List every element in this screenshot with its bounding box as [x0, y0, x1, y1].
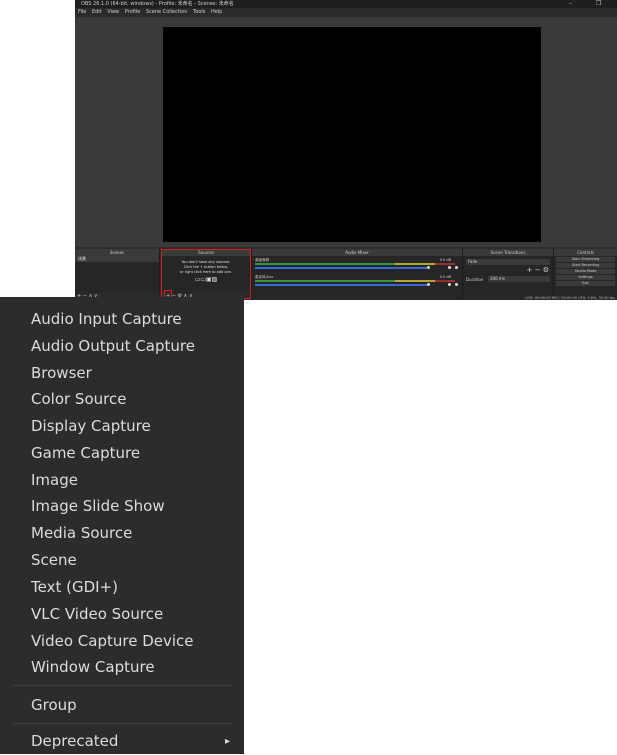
menu-item-audio-input-capture[interactable]: Audio Input Capture	[31, 306, 182, 333]
studio-mode-button[interactable]: Studio Mode	[556, 269, 615, 274]
maximize-icon[interactable]: ❐	[596, 0, 601, 8]
menu-item-color-source[interactable]: Color Source	[31, 386, 126, 413]
menu-bar: File Edit View Profile Scene Collection …	[75, 8, 617, 17]
menu-item-browser[interactable]: Browser	[31, 360, 92, 387]
gear-icon[interactable]	[455, 283, 458, 286]
transition-select[interactable]: Fade	[466, 259, 550, 265]
mixer-channel: 麦克风/Aux 0.0 dB	[255, 275, 459, 287]
volume-meter	[255, 280, 395, 282]
gear-icon[interactable]	[455, 266, 458, 269]
menu-scene-collection[interactable]: Scene Collection	[146, 9, 188, 15]
minimize-icon[interactable]: –	[569, 0, 572, 8]
transitions-header: Scene Transitions	[463, 249, 553, 256]
status-bar: LIVE: 00:00:00 REC: 00:00:00 CPU: 0.8%, …	[525, 296, 615, 300]
menu-tools[interactable]: Tools	[193, 9, 205, 15]
add-transition-icon[interactable]: + − ⚙	[527, 267, 549, 274]
slider-handle[interactable]	[427, 283, 430, 286]
channel-name: 麦克风/Aux	[255, 275, 274, 279]
menu-item-window-capture[interactable]: Window Capture	[31, 654, 155, 681]
preview-canvas[interactable]	[163, 27, 541, 242]
menu-file[interactable]: File	[78, 9, 86, 15]
mixer-header: Audio Mixer	[252, 249, 462, 256]
scenes-dock: Scenes 场景 + − ∧ ∨	[75, 249, 160, 300]
start-streaming-button[interactable]: Start Streaming	[556, 257, 615, 262]
mute-icon[interactable]	[448, 266, 451, 269]
menu-item-group[interactable]: Group	[31, 692, 77, 719]
mixer-channel: 桌面音频 0.0 dB	[255, 258, 459, 270]
menu-item-media-source[interactable]: Media Source	[31, 520, 132, 547]
audio-mixer-dock: Audio Mixer 桌面音频 0.0 dB 麦克风/Aux 0.0 dB	[252, 249, 463, 300]
submenu-arrow-icon: ▸	[224, 736, 230, 747]
menu-edit[interactable]: Edit	[92, 9, 102, 15]
controls-dock: Controls Start Streaming Start Recording…	[554, 249, 617, 300]
volume-slider[interactable]	[255, 267, 427, 269]
start-recording-button[interactable]: Start Recording	[556, 263, 615, 268]
menu-help[interactable]: Help	[211, 9, 222, 15]
controls-header: Controls	[554, 249, 617, 256]
settings-button[interactable]: Settings	[556, 275, 615, 280]
menu-item-game-capture[interactable]: Game Capture	[31, 440, 140, 467]
menu-profile[interactable]: Profile	[125, 9, 141, 15]
menu-item-scene[interactable]: Scene	[31, 547, 77, 574]
menu-separator	[12, 723, 232, 724]
transitions-dock: Scene Transitions Fade + − ⚙ Duration 30…	[463, 249, 554, 300]
title-bar: OBS 26.1.0 (64-bit, windows) - Profile: …	[75, 0, 617, 8]
scene-item[interactable]: 场景	[75, 256, 159, 262]
channel-name: 桌面音频	[255, 258, 269, 262]
volume-slider[interactable]	[255, 284, 427, 286]
channel-db: 0.0 dB	[439, 258, 451, 262]
menu-item-video-capture-device[interactable]: Video Capture Device	[31, 628, 194, 655]
channel-db: 0.0 dB	[439, 275, 451, 279]
menu-item-display-capture[interactable]: Display Capture	[31, 413, 151, 440]
scenes-header: Scenes	[75, 249, 159, 256]
slider-handle[interactable]	[427, 266, 430, 269]
menu-item-image-slide-show[interactable]: Image Slide Show	[31, 493, 165, 520]
duration-field[interactable]: 300 ms	[488, 276, 550, 282]
obs-window: OBS 26.1.0 (64-bit, windows) - Profile: …	[75, 0, 617, 300]
menu-item-text-gdi[interactable]: Text (GDI+)	[31, 574, 118, 601]
duration-label: Duration	[466, 277, 484, 282]
exit-button[interactable]: Exit	[556, 281, 615, 286]
add-source-context-menu: Audio Input Capture Audio Output Capture…	[0, 297, 244, 754]
menu-view[interactable]: View	[107, 9, 119, 15]
volume-meter	[255, 263, 395, 265]
menu-item-audio-output-capture[interactable]: Audio Output Capture	[31, 333, 195, 360]
window-title: OBS 26.1.0 (64-bit, windows) - Profile: …	[81, 1, 234, 7]
sources-highlight-box	[161, 249, 251, 299]
menu-separator	[12, 685, 232, 686]
menu-item-vlc-video-source[interactable]: VLC Video Source	[31, 601, 163, 628]
menu-item-deprecated[interactable]: Deprecated	[31, 728, 118, 755]
menu-item-image[interactable]: Image	[31, 467, 78, 494]
mute-icon[interactable]	[448, 283, 451, 286]
dock-area: Scenes 场景 + − ∧ ∨ Sources You don't have…	[75, 249, 617, 300]
preview-area	[75, 17, 617, 247]
